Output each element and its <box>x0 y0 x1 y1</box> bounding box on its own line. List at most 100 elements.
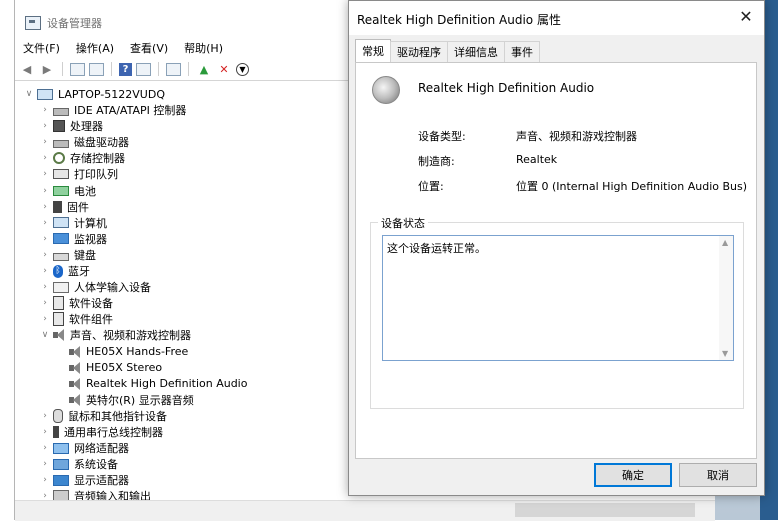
tree-category-item[interactable]: ∨ 声音、视频和游戏控制器 <box>39 327 191 343</box>
chevron-right-icon[interactable]: › <box>39 186 51 196</box>
tab-details[interactable]: 详细信息 <box>447 41 505 62</box>
tree-category-item[interactable]: › 存储控制器 <box>39 150 125 166</box>
status-scrollbar[interactable]: ▲ ▼ <box>719 236 733 360</box>
tree-category-item[interactable]: › 监视器 <box>39 231 107 247</box>
chevron-right-icon[interactable]: › <box>39 202 51 212</box>
menu-help[interactable]: 帮助(H) <box>184 40 223 56</box>
bluetooth-icon: ᛒ <box>53 264 63 278</box>
chevron-right-icon[interactable]: › <box>39 443 51 453</box>
tree-item-label: 存储控制器 <box>70 152 125 166</box>
window-title-text: 设备管理器 <box>47 17 102 30</box>
tree-category-item[interactable]: › IDE ATA/ATAPI 控制器 <box>39 102 186 118</box>
help-icon[interactable]: ? <box>119 62 132 76</box>
chevron-right-icon[interactable]: › <box>39 298 51 308</box>
device-type-label: 设备类型: <box>418 130 466 143</box>
tree-category-item[interactable]: › 软件设备 <box>39 295 113 311</box>
chevron-right-icon[interactable]: › <box>39 234 51 244</box>
properties-pane-icon[interactable] <box>70 62 85 76</box>
chevron-right-icon[interactable]: › <box>39 121 51 131</box>
tree-child-item[interactable]: HE05X Stereo <box>67 360 162 376</box>
tree-category-item[interactable]: › 固件 <box>39 199 89 215</box>
network-icon <box>53 442 69 454</box>
tree-category-item[interactable]: › 计算机 <box>39 215 107 231</box>
show-hide-icon[interactable] <box>89 62 104 76</box>
chevron-down-icon[interactable]: ∨ <box>23 89 35 99</box>
device-name: Realtek High Definition Audio <box>418 81 595 95</box>
tree-category-item[interactable]: › 软件组件 <box>39 311 113 327</box>
chevron-right-icon[interactable]: › <box>39 282 51 292</box>
forward-arrow-icon[interactable]: ▶ <box>39 62 55 76</box>
ok-button[interactable]: 确定 <box>594 463 672 487</box>
tree-category-item[interactable]: › 电池 <box>39 183 96 199</box>
scroll-up-icon[interactable]: ▲ <box>722 238 728 247</box>
chevron-right-icon[interactable]: › <box>39 153 51 163</box>
tree-item-label: 系统设备 <box>74 458 118 472</box>
chevron-down-icon[interactable]: ∨ <box>39 330 51 340</box>
view-icon[interactable] <box>136 62 151 76</box>
chevron-right-icon[interactable]: › <box>39 218 51 228</box>
chevron-right-icon[interactable]: › <box>39 427 51 437</box>
tree-item-label: 软件组件 <box>69 313 113 327</box>
tree-category-item[interactable]: › 打印队列 <box>39 166 118 182</box>
manufacturer-value: Realtek <box>516 153 558 166</box>
tree-item-label: 磁盘驱动器 <box>74 136 129 150</box>
tab-general[interactable]: 常规 <box>355 39 391 62</box>
tree-item-label: 监视器 <box>74 232 107 246</box>
tree-item-label: 键盘 <box>74 248 96 262</box>
uninstall-icon[interactable]: ✕ <box>216 62 232 76</box>
menu-view[interactable]: 查看(V) <box>130 40 168 56</box>
tree-root[interactable]: ∨ LAPTOP-5122VUDQ <box>23 86 165 102</box>
tree-item-label: 鼠标和其他指针设备 <box>68 409 167 423</box>
tree-child-item[interactable]: HE05X Hands-Free <box>67 344 188 360</box>
toolbar-separator <box>111 62 112 76</box>
scroll-down-icon[interactable]: ▼ <box>722 349 728 358</box>
tree-category-item[interactable]: › 显示适配器 <box>39 472 129 488</box>
update-driver-icon[interactable]: ▲ <box>196 62 212 76</box>
properties-dialog: Realtek High Definition Audio 属性 ✕ 常规 驱动… <box>348 0 765 496</box>
tree-category-item[interactable]: › ᛒ 蓝牙 <box>39 263 90 279</box>
window-title: 设备管理器 <box>25 14 102 32</box>
close-icon[interactable]: ✕ <box>736 7 756 27</box>
toolbar-separator <box>188 62 189 76</box>
firmware-icon <box>53 200 62 213</box>
chevron-right-icon[interactable]: › <box>39 459 51 469</box>
menu-action[interactable]: 操作(A) <box>76 40 114 56</box>
tab-events[interactable]: 事件 <box>504 41 540 62</box>
tree-child-item[interactable]: 英特尔(R) 显示器音频 <box>67 392 194 408</box>
cancel-button[interactable]: 取消 <box>679 463 757 487</box>
dialog-title: Realtek High Definition Audio 属性 <box>357 13 561 27</box>
tree-category-item[interactable]: › 鼠标和其他指针设备 <box>39 408 167 424</box>
tree-item-label: 网络适配器 <box>74 442 129 456</box>
chevron-right-icon[interactable]: › <box>39 475 51 485</box>
tree-category-item[interactable]: › 通用串行总线控制器 <box>39 424 163 440</box>
chevron-right-icon[interactable]: › <box>39 169 51 179</box>
back-arrow-icon[interactable]: ◀ <box>19 62 35 76</box>
tree-category-item[interactable]: › 系统设备 <box>39 456 118 472</box>
tree-item-label: 固件 <box>67 200 89 214</box>
tree-category-item[interactable]: › 键盘 <box>39 247 96 263</box>
device-status-textbox[interactable]: 这个设备运转正常。 ▲ ▼ <box>382 235 734 361</box>
device-manager-icon <box>25 16 41 30</box>
chevron-right-icon[interactable]: › <box>39 411 51 421</box>
tree-category-item[interactable]: › 处理器 <box>39 118 103 134</box>
software-icon <box>53 312 64 327</box>
tree-category-item[interactable]: › 磁盘驱动器 <box>39 134 129 150</box>
tree-root-label: LAPTOP-5122VUDQ <box>58 87 165 101</box>
scrollbar-thumb[interactable] <box>515 503 695 517</box>
horizontal-scrollbar[interactable] <box>15 500 715 521</box>
monitor-icon <box>53 233 69 245</box>
tab-driver[interactable]: 驱动程序 <box>390 41 448 62</box>
chevron-right-icon[interactable]: › <box>39 105 51 115</box>
chevron-right-icon[interactable]: › <box>39 250 51 260</box>
chevron-right-icon[interactable]: › <box>39 266 51 276</box>
tree-child-item[interactable]: Realtek High Definition Audio <box>67 376 247 392</box>
chevron-right-icon[interactable]: › <box>39 137 51 147</box>
disable-device-icon[interactable]: ▼ <box>236 62 249 76</box>
tree-category-item[interactable]: › 人体学输入设备 <box>39 279 151 295</box>
menu-file[interactable]: 文件(F) <box>23 40 60 56</box>
chevron-right-icon[interactable]: › <box>39 314 51 324</box>
tree-item-label: 显示适配器 <box>74 474 129 488</box>
scan-hardware-icon[interactable] <box>166 62 181 76</box>
tree-category-item[interactable]: › 网络适配器 <box>39 440 129 456</box>
display-icon <box>53 474 69 486</box>
